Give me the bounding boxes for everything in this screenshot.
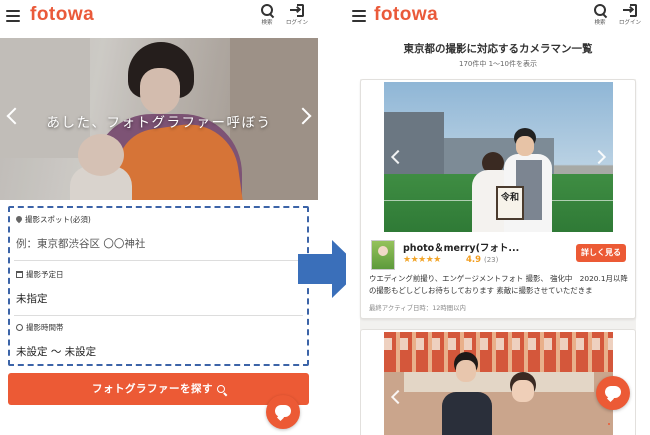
search-icon [593, 4, 607, 17]
date-label: 撮影予定日 [26, 270, 64, 279]
find-photographer-button[interactable]: フォトグラファーを探す [8, 373, 309, 405]
search-form: 撮影スポット(必須) 例：東京都渋谷区 〇〇神社 撮影予定日 未指定 撮影時間帯… [8, 206, 309, 366]
date-label-row: 撮影予定日 [16, 269, 64, 280]
results-count: 170件中 1〜10件を表示 [459, 60, 537, 68]
hero-caption: あした、フォトグラファー呼ぼう [46, 115, 272, 131]
results-title: 東京都の撮影に対応するカメラマン一覧 [403, 43, 593, 55]
login-label: ログイン [618, 20, 641, 26]
location-pin-icon [14, 214, 24, 224]
search-icon [217, 385, 225, 393]
hamburger-menu-icon[interactable] [6, 10, 20, 22]
photo-person [456, 360, 476, 382]
app-header: fotowa 検索 ログイン [0, 0, 318, 36]
hero-carousel[interactable]: あした、フォトグラファー呼ぼう [0, 38, 318, 200]
cta-label: フォトグラファーを探す [92, 383, 213, 395]
spot-field[interactable]: 撮影スポット(必須) 例：東京都渋谷区 〇〇神社 [14, 210, 303, 260]
search-label: 検索 [594, 20, 606, 26]
photo-person [512, 380, 534, 402]
date-field[interactable]: 撮影予定日 未指定 [14, 265, 303, 315]
chat-button[interactable] [266, 395, 300, 429]
photographer-name[interactable]: photo＆merry(フォト... [403, 240, 519, 254]
login-button[interactable]: ログイン [616, 4, 644, 26]
spot-input[interactable]: 例：東京都渋谷区 〇〇神社 [16, 236, 145, 251]
photographer-description: ウエディング前撮り、エンゲージメントフォト 撮影、 強化中 2020.1月以降の… [369, 274, 628, 295]
spot-label-row: 撮影スポット(必須) [14, 214, 91, 225]
time-label-row: 撮影時間帯 [16, 322, 64, 333]
comparison-stage: fotowa 検索 ログイン あした、フォトグラファー呼ぼう 撮影スポット(必須… [0, 0, 650, 435]
login-button[interactable]: ログイン [283, 4, 311, 26]
time-field[interactable]: 撮影時間帯 未設定 ～ 未設定 [14, 318, 303, 368]
divider [14, 260, 303, 261]
login-icon [290, 4, 304, 17]
star-rating-icon: ★★★★★ [403, 255, 441, 265]
login-label: ログイン [285, 20, 308, 26]
fotowa-logo[interactable]: fotowa [374, 4, 438, 26]
card-photo-carousel[interactable]: 令和 [384, 82, 613, 232]
hamburger-menu-icon[interactable] [352, 10, 366, 22]
calendar-icon [16, 271, 23, 278]
login-icon [623, 4, 637, 17]
date-select[interactable]: 未指定 [16, 291, 48, 306]
card-photo-carousel[interactable] [384, 332, 613, 435]
search-button[interactable]: 検索 [586, 4, 614, 26]
clock-icon [16, 324, 23, 331]
avatar[interactable] [371, 240, 395, 270]
chat-button[interactable] [596, 376, 630, 425]
divider [14, 315, 303, 316]
fotowa-logo[interactable]: fotowa [30, 4, 94, 26]
photo-prev-icon[interactable] [390, 389, 406, 405]
photographer-card[interactable] [360, 329, 636, 435]
results-screen: fotowa 検索 ログイン 東京都の撮影に対応するカメラマン一覧 170件中 … [346, 0, 650, 435]
photographer-card[interactable]: 令和 photo＆merry(フォト... ★★★★★ 4.9 (23) 詳しく… [360, 79, 636, 319]
search-icon [260, 4, 274, 17]
search-label: 検索 [261, 20, 273, 26]
time-label: 撮影時間帯 [26, 323, 64, 332]
last-active: 最終アクティブ日時：12時間以内 [369, 304, 466, 312]
photo-groom [516, 136, 534, 156]
app-header: fotowa 検索 ログイン [346, 0, 650, 36]
rating-value: 4.9 [466, 255, 482, 265]
search-button[interactable]: 検索 [253, 4, 281, 26]
photo-sign: 令和 [496, 186, 524, 220]
top-page-screen: fotowa 検索 ログイン あした、フォトグラファー呼ぼう 撮影スポット(必須… [0, 0, 318, 435]
photographer-list: 令和 photo＆merry(フォト... ★★★★★ 4.9 (23) 詳しく… [360, 79, 636, 435]
spot-label: 撮影スポット(必須) [25, 215, 91, 224]
photo-sign-text: 令和 [500, 193, 519, 203]
detail-button[interactable]: 詳しく見る [576, 244, 626, 262]
time-select[interactable]: 未設定 ～ 未設定 [16, 344, 96, 359]
review-count: (23) [484, 256, 499, 264]
